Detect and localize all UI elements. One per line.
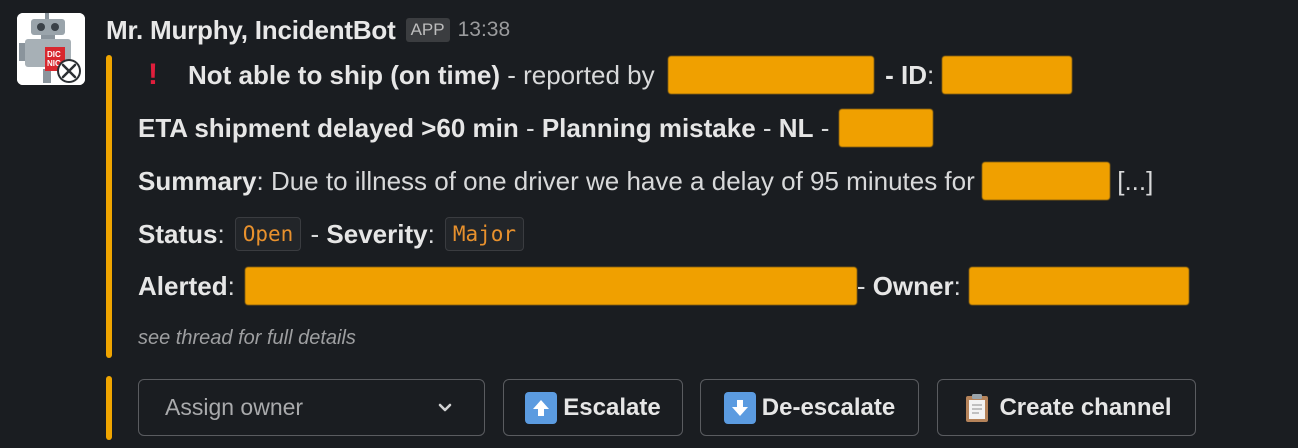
separator: - [303, 218, 327, 249]
separator: - [813, 112, 837, 143]
owner-redacted [968, 267, 1189, 305]
incident-country: NL [778, 112, 814, 143]
escalate-button[interactable]: Escalate [503, 379, 683, 436]
escalate-label: Escalate [563, 393, 661, 421]
severity-label: Severity [326, 218, 428, 249]
create-channel-button[interactable]: Create channel [937, 379, 1196, 436]
owner-label: Owner [872, 270, 954, 301]
reporter-redacted [667, 56, 874, 94]
id-label: - ID [877, 59, 927, 90]
incident-status-line: Status : Open - Severity : Major [138, 213, 526, 255]
alerted-label: Alerted [138, 270, 228, 301]
incident-id-redacted [942, 56, 1073, 94]
incident-category: ETA shipment delayed >60 min [138, 112, 519, 143]
status-colon: : [217, 218, 225, 249]
summary-text: : Due to illness of one driver we have a… [256, 165, 982, 196]
attachment-accent-bar [106, 55, 112, 358]
app-badge: APP [405, 18, 450, 42]
clipboard-icon [961, 392, 993, 424]
thread-footnote: see thread for full details [138, 327, 356, 349]
alerted-redacted [244, 267, 857, 305]
status-value: Open [234, 217, 302, 251]
summary-redacted [982, 162, 1110, 200]
sender-name[interactable]: Mr. Murphy, IncidentBot [106, 15, 396, 46]
incident-category-line: ETA shipment delayed >60 min - Planning … [138, 108, 933, 148]
incident-alerted-line: Alerted : - Owner : [138, 266, 1189, 306]
message-timestamp[interactable]: 13:38 [458, 18, 511, 42]
separator: - [518, 112, 542, 143]
robot-icon: DIC NIC [17, 13, 85, 85]
arrow-down-icon [723, 391, 756, 424]
message-header: Mr. Murphy, IncidentBot APP 13:38 [106, 12, 510, 48]
severity-colon: : [427, 218, 435, 249]
incident-title: Not able to ship (on time) [188, 59, 500, 90]
summary-label: Summary [138, 165, 257, 196]
owner-colon: : [953, 270, 961, 301]
create-channel-label: Create channel [999, 393, 1172, 421]
assign-owner-placeholder: Assign owner [165, 394, 304, 420]
svg-text:DIC: DIC [47, 50, 61, 59]
incident-title-line: ! Not able to ship (on time) - reported … [138, 55, 1073, 95]
separator: - [856, 270, 873, 301]
chevron-down-icon [438, 403, 452, 412]
deescalate-button[interactable]: De-escalate [700, 379, 919, 436]
alerted-colon: : [227, 270, 235, 301]
deescalate-label: De-escalate [761, 393, 896, 421]
separator: - [755, 112, 779, 143]
exclamation-icon: ! [148, 58, 158, 91]
actions-accent-bar [106, 376, 112, 440]
reported-by-text: - reported by [500, 59, 662, 90]
location-redacted [838, 109, 933, 147]
summary-ellipsis: [...] [1110, 165, 1154, 196]
incident-cause: Planning mistake [541, 112, 756, 143]
severity-value: Major [444, 217, 525, 251]
status-label: Status [138, 218, 218, 249]
arrow-up-icon [525, 391, 558, 424]
bot-avatar[interactable]: DIC NIC [17, 13, 85, 85]
assign-owner-select[interactable]: Assign owner [138, 379, 485, 436]
id-colon: : [926, 59, 935, 90]
incident-summary-line: Summary : Due to illness of one driver w… [138, 161, 1153, 201]
